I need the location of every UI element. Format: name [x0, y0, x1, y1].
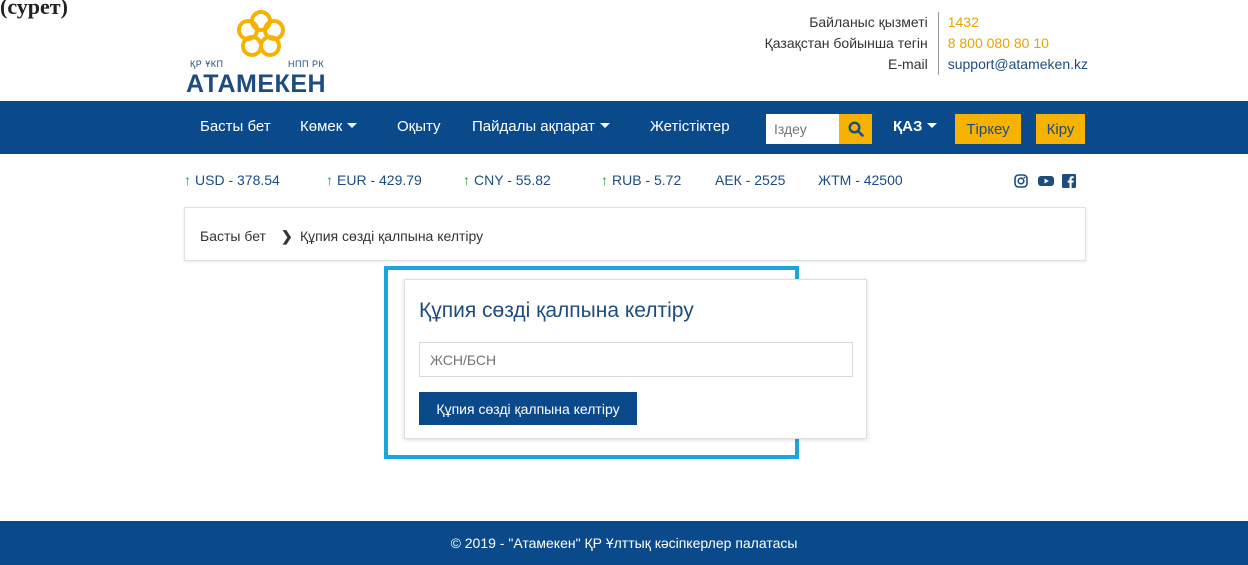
logo-subtext-right: НПП РК [288, 59, 325, 69]
contact-phone-short[interactable]: 1432 [939, 12, 979, 33]
contact-email-link[interactable]: support@atameken.kz [939, 54, 1088, 75]
language-selector[interactable]: ҚАЗ [893, 118, 938, 135]
register-button[interactable]: Тіркеу [955, 114, 1021, 144]
reset-password-button[interactable]: Құпия сөзді қалпына келтіру [419, 392, 637, 425]
search-button[interactable] [839, 114, 872, 144]
rate-rub: ↑ RUB - 5.72 [601, 172, 681, 188]
arrow-up-icon: ↑ [601, 172, 608, 188]
breadcrumb: Басты бет ❯ Құпия сөзді қалпына келтіру [184, 207, 1086, 261]
breadcrumb-current: Құпия сөзді қалпына келтіру [300, 228, 484, 244]
rate-value: EUR - 429.79 [337, 172, 422, 188]
iin-bin-input[interactable] [419, 342, 853, 377]
rate-aek: АЕК - 2525 [715, 172, 786, 188]
instagram-icon[interactable] [1014, 174, 1028, 188]
logo-emblem-icon [237, 10, 285, 57]
contact-info: Байланыс қызметі 1432 Қазақстан бойынша … [689, 12, 1088, 75]
footer: © 2019 - "Атамекен" ҚР Ұлттық кәсіпкерле… [0, 521, 1248, 565]
top-fragment-text: (сурет) [0, 0, 68, 19]
rate-value: RUB - 5.72 [612, 172, 682, 188]
contact-row-email: E-mail support@atameken.kz [689, 54, 1088, 75]
language-label: ҚАЗ [893, 118, 923, 135]
chevron-right-icon: ❯ [281, 228, 293, 244]
contact-phone-free[interactable]: 8 800 080 80 10 [939, 33, 1049, 54]
contact-label: Қазақстан бойынша тегін [689, 33, 939, 54]
nav-item-useful-info[interactable]: Пайдалы ақпарат [472, 118, 610, 135]
rate-value: USD - 378.54 [195, 172, 280, 188]
arrow-up-icon: ↑ [326, 172, 333, 188]
page-title: Құпия сөзді қалпына келтіру [419, 299, 694, 322]
contact-row-free: Қазақстан бойынша тегін 8 800 080 80 10 [689, 33, 1088, 54]
logo-brand-text: АТАМЕКЕН [186, 70, 327, 98]
currency-rates-bar: ↑ USD - 378.54 ↑ EUR - 429.79 ↑ CNY - 55.82… [0, 172, 1248, 192]
nav-item-training[interactable]: Оқыту [397, 118, 441, 135]
contact-label: Байланыс қызметі [689, 12, 939, 33]
rate-value: CNY - 55.82 [474, 172, 551, 188]
contact-label: E-mail [689, 54, 939, 75]
chevron-down-icon [599, 123, 610, 128]
arrow-up-icon: ↑ [184, 172, 191, 188]
chevron-down-icon [927, 123, 938, 128]
logo-subtext-left: ҚР ҰКП [190, 59, 224, 69]
contact-row-service: Байланыс қызметі 1432 [689, 12, 1088, 33]
arrow-up-icon: ↑ [463, 172, 470, 188]
chevron-down-icon [347, 123, 358, 128]
rate-zhtm: ЖТМ - 42500 [818, 172, 903, 188]
nav-item-label: Көмек [300, 118, 343, 135]
footer-copyright: © 2019 - "Атамекен" ҚР Ұлттық кәсіпкерле… [450, 535, 798, 551]
nav-item-achievements[interactable]: Жетістіктер [650, 118, 730, 135]
search-input[interactable] [766, 114, 839, 144]
breadcrumb-home-link[interactable]: Басты бет [200, 228, 266, 244]
search-icon [847, 121, 864, 137]
nav-item-home[interactable]: Басты бет [200, 118, 271, 135]
login-button[interactable]: Кіру [1036, 114, 1085, 144]
rate-eur: ↑ EUR - 429.79 [326, 172, 422, 188]
youtube-icon[interactable] [1038, 174, 1054, 188]
logo[interactable]: ҚР ҰКП НПП РК АТАМЕКЕН [186, 8, 346, 98]
facebook-icon[interactable] [1062, 174, 1076, 188]
nav-item-help[interactable]: Көмек [300, 118, 358, 135]
rate-cny: ↑ CNY - 55.82 [463, 172, 551, 188]
nav-item-label: Пайдалы ақпарат [472, 118, 595, 135]
password-reset-card: Құпия сөзді қалпына келтіру Құпия сөзді … [404, 279, 867, 439]
rate-usd: ↑ USD - 378.54 [184, 172, 280, 188]
